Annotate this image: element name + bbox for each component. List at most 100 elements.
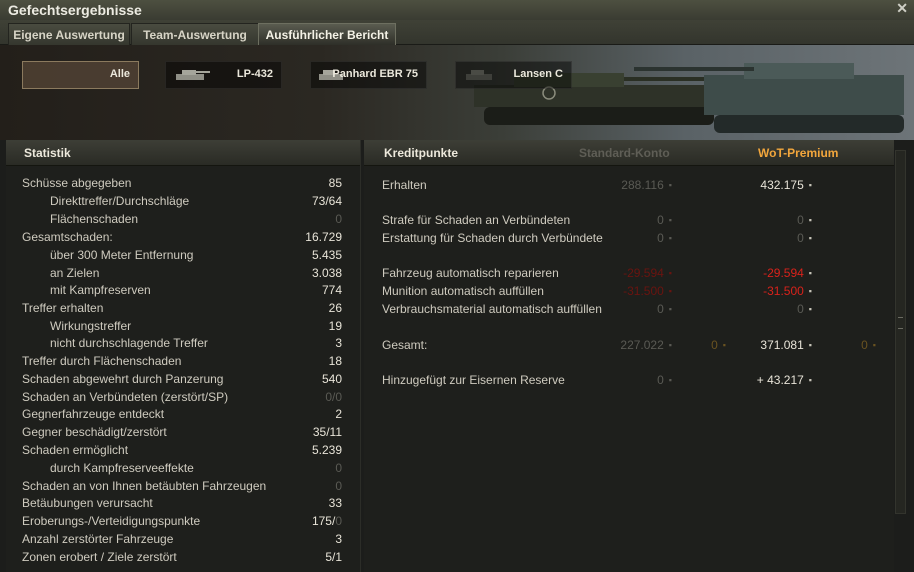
stat-label: Gegner beschädigt/zerstört — [22, 425, 167, 439]
stat-value: 2 — [335, 406, 342, 422]
tab-own-results[interactable]: Eigene Auswertung — [8, 23, 130, 45]
credit-premium-value: + 43.217 ▪ — [757, 372, 812, 388]
vehicle-tab-all[interactable]: Alle — [22, 61, 139, 89]
credit-label: Strafe für Schaden an Verbündeten — [382, 213, 571, 227]
credits-panel: Kreditpunkte Standard-Konto WoT-Premium … — [364, 140, 894, 572]
stat-label: Gesamtschaden: — [22, 230, 113, 244]
credits-icon: ▪ — [808, 233, 812, 243]
credit-premium-value: -29.594 ▪ — [763, 265, 812, 281]
credits-icon: ▪ — [668, 233, 672, 243]
stat-value: 3.038 — [312, 265, 342, 281]
stat-value-text: 85 — [328, 176, 342, 190]
credit-premium-value: -31.500 ▪ — [763, 283, 812, 299]
stat-value: 0/0 — [325, 389, 342, 405]
credit-premium-text: 432.175 — [760, 178, 804, 192]
scrollbar[interactable] — [895, 150, 906, 514]
stat-label: Treffer erhalten — [22, 301, 104, 315]
statistics-panel: Statistik Schüsse abgegeben 85 Direkttreff… — [6, 140, 361, 572]
credits-icon: ▪ — [808, 180, 812, 190]
credits-icon: ▪ — [668, 215, 672, 225]
stat-value: 19 — [329, 318, 342, 334]
credit-label: Erhalten — [382, 178, 427, 192]
credits-icon: ▪ — [808, 215, 812, 225]
stat-label: Schüsse abgegeben — [22, 176, 132, 190]
tab-detailed-report[interactable]: Ausführlicher Bericht — [258, 23, 396, 45]
stat-value-text: 3.038 — [311, 266, 342, 280]
credit-standard-text: 0 — [657, 213, 664, 227]
credits-icon: ▪ — [668, 268, 672, 278]
stat-label: Wirkungstreffer — [50, 319, 132, 333]
credit-standard-value: -31.500 ▪ — [623, 283, 672, 299]
stat-value-text: 774 — [321, 283, 342, 297]
stat-value-text: 26 — [328, 301, 342, 315]
stat-value-text: 18 — [328, 354, 342, 368]
stat-value-text: 5/1 — [325, 550, 342, 564]
stat-value-text: 0 — [335, 479, 342, 493]
stat-value-text: 33 — [328, 496, 342, 510]
stat-label: durch Kampfreserveeffekte — [50, 461, 194, 475]
stat-value-text: 0 — [335, 212, 342, 226]
tab-team-results[interactable]: Team-Auswertung — [131, 23, 259, 45]
stat-value-text: 19 — [328, 319, 342, 333]
stat-value-text: 0/0 — [325, 390, 342, 404]
stat-label: Schaden abgewehrt durch Panzerung — [22, 372, 224, 386]
credit-label: Erstattung für Schaden durch Verbündete — [382, 231, 603, 245]
window-title: Gefechtsergebnisse — [8, 2, 142, 18]
tank-icon — [176, 70, 210, 80]
credit-standard-value: 0 ▪ — [657, 301, 672, 317]
credits-icon: ▪ — [668, 304, 672, 314]
stat-value: 0 — [335, 211, 342, 227]
credit-standard-value: 0 ▪ — [657, 230, 672, 246]
stat-value: 774 — [322, 282, 342, 298]
stat-value-text: 540 — [321, 372, 342, 386]
credit-standard-text: 0 — [657, 231, 664, 245]
credits-icon: ▪ — [668, 340, 672, 350]
stat-value-text: 35/11 — [312, 425, 342, 439]
credits-icon: ▪ — [808, 304, 812, 314]
credits-icon: ▪ — [668, 375, 672, 385]
credit-premium-text: 0 — [797, 302, 804, 316]
credits-icon: ▪ — [668, 286, 672, 296]
credit-premium-value: 432.175 ▪ — [760, 177, 812, 193]
credit-premium-value: 0 ▪ — [797, 230, 812, 246]
vehicle-tab-panhard[interactable]: Panhard EBR 75 — [310, 61, 427, 89]
credit-standard-value: 288.116 ▪ — [621, 177, 672, 193]
stat-value-text: 73/64 — [311, 194, 342, 208]
stat-value-text: 2 — [335, 407, 342, 421]
vehicle-tab-lansen[interactable]: Lansen C — [455, 61, 572, 89]
stat-value-text: 16.729 — [305, 230, 342, 244]
stat-label: Gegnerfahrzeuge entdeckt — [22, 407, 165, 421]
stat-value-dim: 0 — [335, 514, 342, 528]
credit-standard-value: -29.594 ▪ — [623, 265, 672, 281]
stat-value: 0 — [335, 478, 342, 494]
credit-premium-value: 0 ▪ — [797, 212, 812, 228]
statistics-title: Statistik — [24, 146, 71, 160]
credit-premium-text: 371.081 — [760, 338, 804, 352]
credit-label: Gesamt: — [382, 338, 428, 352]
credit-label: Fahrzeug automatisch reparieren — [382, 266, 559, 280]
vehicle-banner: Alle LP-432 Panhard EBR 75 Lansen C — [0, 45, 914, 140]
stat-label: Flächenschaden — [50, 212, 139, 226]
credits-icon: ▪ — [808, 268, 812, 278]
vehicle-tab-label: Panhard EBR 75 — [332, 68, 418, 80]
vehicle-tab-label: Lansen C — [513, 68, 563, 80]
vehicle-tab-label: Alle — [109, 68, 130, 80]
stat-value: 3 — [335, 531, 342, 547]
vehicle-tab-label: LP-432 — [236, 68, 273, 80]
statistics-header: Statistik — [6, 140, 360, 166]
credit-premium-text: -31.500 — [763, 284, 804, 298]
gold-icon: ▪ — [872, 340, 876, 350]
stat-value: 26 — [329, 300, 342, 316]
tank-icon — [466, 70, 492, 80]
stat-label: Treffer durch Flächenschaden — [22, 354, 182, 368]
stat-value: 85 — [329, 175, 342, 191]
credit-premium-value: 0 ▪ — [797, 301, 812, 317]
credit-premium-text: 0 — [797, 231, 804, 245]
vehicle-tab-lp432[interactable]: LP-432 — [165, 61, 282, 89]
scrollbar-thumb[interactable] — [898, 317, 903, 329]
stat-value-text: 0 — [335, 461, 342, 475]
credit-standard-text: 227.022 — [620, 338, 664, 352]
gold-standard-value: 0 ▪ — [711, 337, 726, 353]
close-icon[interactable]: ✕ — [896, 0, 908, 17]
stat-value-text: 175/ — [311, 514, 336, 528]
